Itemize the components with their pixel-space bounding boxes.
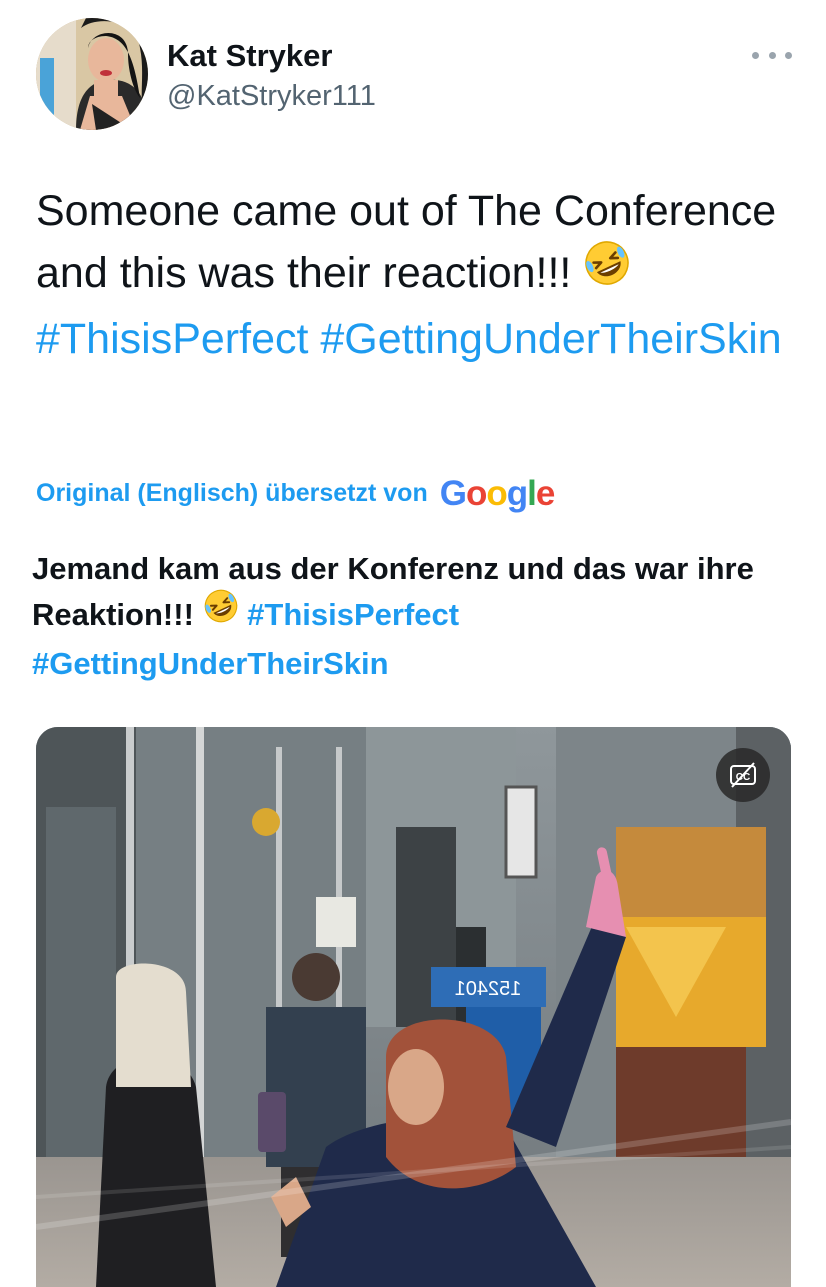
- tweet-text: Someone came out of The Conference and t…: [36, 180, 796, 370]
- tweet-body: Someone came out of The Conference and t…: [36, 187, 777, 297]
- dot: [752, 51, 759, 59]
- rolling-laughing-emoji-icon: [203, 588, 239, 637]
- street-sign-text: 152401: [455, 978, 522, 1000]
- display-name[interactable]: Kat Stryker: [167, 38, 332, 74]
- translation-attribution: Original (Englisch) übersetzt von Google: [36, 474, 556, 513]
- translated-text: Jemand kam aus der Konferenz und das war…: [32, 546, 812, 687]
- user-handle[interactable]: @KatStryker111: [167, 80, 376, 113]
- dot: [768, 51, 776, 59]
- video-player[interactable]: 152401: [36, 727, 791, 1287]
- hashtag-link[interactable]: #GettingUnderTheirSkin: [32, 646, 389, 681]
- hashtag-link[interactable]: #ThisisPerfect: [247, 597, 459, 632]
- closed-captions-off-icon[interactable]: CC: [716, 748, 770, 802]
- video-frame: 152401: [36, 727, 791, 1287]
- rolling-laughing-emoji-icon: [583, 239, 631, 304]
- more-options-icon[interactable]: [752, 40, 792, 70]
- avatar[interactable]: [36, 18, 148, 130]
- dot: [785, 51, 792, 59]
- translation-label[interactable]: Original (Englisch) übersetzt von: [36, 479, 428, 508]
- hashtag-link[interactable]: #GettingUnderTheirSkin: [320, 315, 781, 363]
- hashtag-link[interactable]: #ThisisPerfect: [36, 315, 308, 363]
- google-logo: Google: [439, 474, 556, 513]
